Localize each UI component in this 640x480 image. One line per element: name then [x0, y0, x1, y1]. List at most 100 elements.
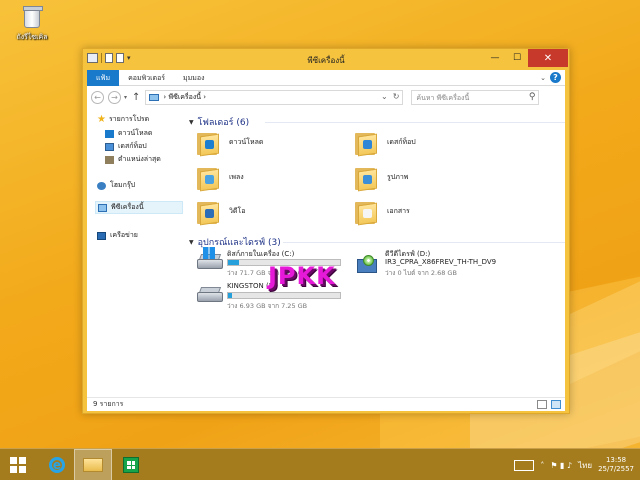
folder-item-desktop[interactable]: เดสก์ท็อป: [355, 130, 416, 157]
folder-item-documents[interactable]: เอกสาร: [355, 199, 410, 226]
this-pc-icon: [149, 93, 160, 101]
nav-item-desktop[interactable]: เดสก์ท็อป: [105, 141, 147, 152]
close-button[interactable]: ✕: [528, 49, 568, 67]
nav-item-label: ดาวน์โหลด: [118, 129, 153, 137]
maximize-button[interactable]: ☐: [506, 49, 528, 67]
address-dropdown-icon[interactable]: ⌄: [381, 92, 388, 101]
folder-item-music[interactable]: เพลง: [197, 165, 244, 192]
folders-group-header[interactable]: ▼ โฟลเดอร์ (6): [189, 115, 249, 129]
expand-ribbon-icon[interactable]: ⌄: [540, 74, 546, 82]
address-input[interactable]: › พีซีเครื่องนี้ › ⌄ ↻: [145, 89, 404, 105]
tab-computer[interactable]: คอมพิวเตอร์: [119, 70, 174, 86]
star-icon: ★: [97, 114, 106, 125]
nav-favorites[interactable]: ★ รายการโปรด: [97, 114, 149, 125]
tray-status-icons[interactable]: ⚑ ▮ ♪: [550, 461, 572, 470]
hard-drive-icon: [197, 247, 223, 271]
dvd-drive-icon: [355, 253, 379, 275]
taskbar: e ˄ ⚑ ▮ ♪ ไทย 13:58 25/7/2557: [0, 448, 640, 480]
drive-usage-fill: [228, 260, 240, 265]
clock[interactable]: 13:58 25/7/2557: [598, 456, 634, 474]
ribbon-tabs: แฟ้ม คอมพิวเตอร์ มุมมอง ⌄ ?: [87, 69, 565, 86]
nav-item-homegroup[interactable]: โฮมกรุ๊ป: [97, 180, 135, 191]
taskbar-file-explorer[interactable]: [74, 449, 112, 480]
nav-item-recent[interactable]: ตำแหน่งล่าสุด: [105, 154, 161, 165]
navigation-pane: ★ รายการโปรด ดาวน์โหลด เดสก์ท็อป ตำแหน่ง…: [87, 108, 185, 397]
folder-label: วิดีโอ: [229, 207, 246, 215]
breadcrumb-sep: ›: [163, 92, 167, 101]
downloads-folder-icon: [197, 130, 219, 157]
breadcrumb-sep: ›: [203, 92, 207, 101]
breadcrumb[interactable]: › พีซีเครื่องนี้ ›: [163, 92, 206, 103]
file-explorer-icon: [83, 458, 103, 472]
start-button[interactable]: [10, 457, 26, 473]
main-pane: ▼ โฟลเดอร์ (6) ดาวน์โหลด เดสก์ท็อป เพลง: [187, 108, 565, 397]
large-icons-view-icon[interactable]: [551, 400, 561, 409]
system-tray: ˄ ⚑ ▮ ♪ ไทย 13:58 25/7/2557: [514, 449, 634, 480]
folders-group-title: โฟลเดอร์ (6): [197, 118, 250, 128]
search-placeholder: ค้นหา พีซีเครื่องนี้: [416, 93, 470, 102]
show-hidden-icons-button[interactable]: ˄: [540, 461, 544, 470]
drive-free-space: ว่าง 6.93 GB จาก 7.25 GB: [227, 302, 308, 310]
watermark: JPKK: [268, 262, 336, 290]
help-icon[interactable]: ?: [550, 72, 561, 83]
details-view-icon[interactable]: [537, 400, 547, 409]
folder-badge: [363, 140, 372, 149]
folder-badge: [205, 175, 214, 184]
status-bar: 9 รายการ: [87, 397, 565, 411]
taskbar-store[interactable]: [112, 449, 150, 480]
internet-explorer-icon: e: [49, 457, 65, 473]
divider: [265, 122, 565, 123]
back-button[interactable]: ←: [91, 90, 104, 104]
file-explorer-window: ▾ พีซีเครื่องนี้ — ☐ ✕ แฟ้ม คอมพิวเตอร์ …: [82, 48, 570, 414]
folder-item-pictures[interactable]: รูปภาพ: [355, 165, 408, 192]
videos-folder-icon: [197, 199, 219, 226]
recycle-bin-desktop-icon[interactable]: ถังรีไซเคิล: [12, 6, 52, 43]
breadcrumb-item[interactable]: พีซีเครื่องนี้: [168, 93, 201, 101]
drive-item-d[interactable]: ดีวีดีไดรฟ์ (D:) IR3_CPRA_X86FREV_TH-TH_…: [355, 249, 505, 279]
music-folder-icon: [197, 165, 219, 192]
nav-item-label: โฮมกรุ๊ป: [110, 181, 136, 189]
desktop-icon: [105, 142, 114, 151]
title-bar[interactable]: ▾ พีซีเครื่องนี้ — ☐ ✕: [83, 49, 569, 69]
folder-item-downloads[interactable]: ดาวน์โหลด: [197, 130, 263, 157]
desktop-folder-icon: [355, 130, 377, 157]
folder-label: เพลง: [229, 173, 244, 181]
search-icon[interactable]: ⚲: [529, 92, 536, 102]
nav-item-this-pc[interactable]: พีซีเครื่องนี้: [95, 201, 183, 214]
nav-favorites-label: รายการโปรด: [108, 115, 150, 123]
nav-item-network[interactable]: เครือข่าย: [97, 230, 138, 241]
search-input[interactable]: ค้นหา พีซีเครื่องนี้ ⚲: [411, 89, 540, 105]
nav-item-label: ตำแหน่งล่าสุด: [118, 155, 161, 163]
recent-places-icon: [105, 155, 114, 164]
folder-label: เอกสาร: [387, 207, 410, 215]
recent-locations-dropdown[interactable]: ▾: [124, 94, 127, 101]
nav-item-label: พีซีเครื่องนี้: [111, 203, 144, 211]
folder-badge: [205, 209, 214, 218]
folder-badge: [363, 175, 372, 184]
folder-badge: [363, 209, 372, 218]
address-bar: ← → ▾ ↑ › พีซีเครื่องนี้ › ⌄ ↻ ค้นหา พีซ…: [87, 86, 565, 108]
up-button[interactable]: ↑: [132, 92, 140, 103]
forward-button[interactable]: →: [108, 90, 121, 104]
refresh-icon[interactable]: ↻: [393, 92, 400, 101]
download-icon: [105, 129, 114, 138]
drive-usage-bar: [227, 292, 341, 299]
documents-folder-icon: [355, 199, 377, 226]
desktop: ถังรีไซเคิล ▾ พีซีเครื่องนี้ — ☐ ✕ แฟ้ม …: [0, 0, 640, 480]
folder-label: เดสก์ท็อป: [387, 138, 416, 146]
content-area: ★ รายการโปรด ดาวน์โหลด เดสก์ท็อป ตำแหน่ง…: [87, 108, 565, 397]
clock-time: 13:58: [605, 456, 627, 464]
drive-free-space: ว่าง 0 ไบต์ จาก 2.68 GB: [385, 269, 457, 277]
touch-keyboard-icon[interactable]: [514, 459, 535, 471]
folder-item-videos[interactable]: วิดีโอ: [197, 199, 246, 226]
nav-item-label: เดสก์ท็อป: [118, 142, 147, 150]
item-count: 9 รายการ: [93, 400, 124, 408]
minimize-button[interactable]: —: [484, 49, 506, 67]
tab-view[interactable]: มุมมอง: [174, 70, 213, 86]
tab-file[interactable]: แฟ้ม: [87, 69, 120, 86]
language-indicator[interactable]: ไทย: [578, 459, 592, 472]
taskbar-internet-explorer[interactable]: e: [38, 449, 76, 480]
nav-item-downloads[interactable]: ดาวน์โหลด: [105, 128, 152, 139]
drive-volume-label: IR3_CPRA_X86FREV_TH-TH_DV9: [385, 258, 497, 266]
recycle-bin-label: ถังรีไซเคิล: [16, 33, 48, 41]
